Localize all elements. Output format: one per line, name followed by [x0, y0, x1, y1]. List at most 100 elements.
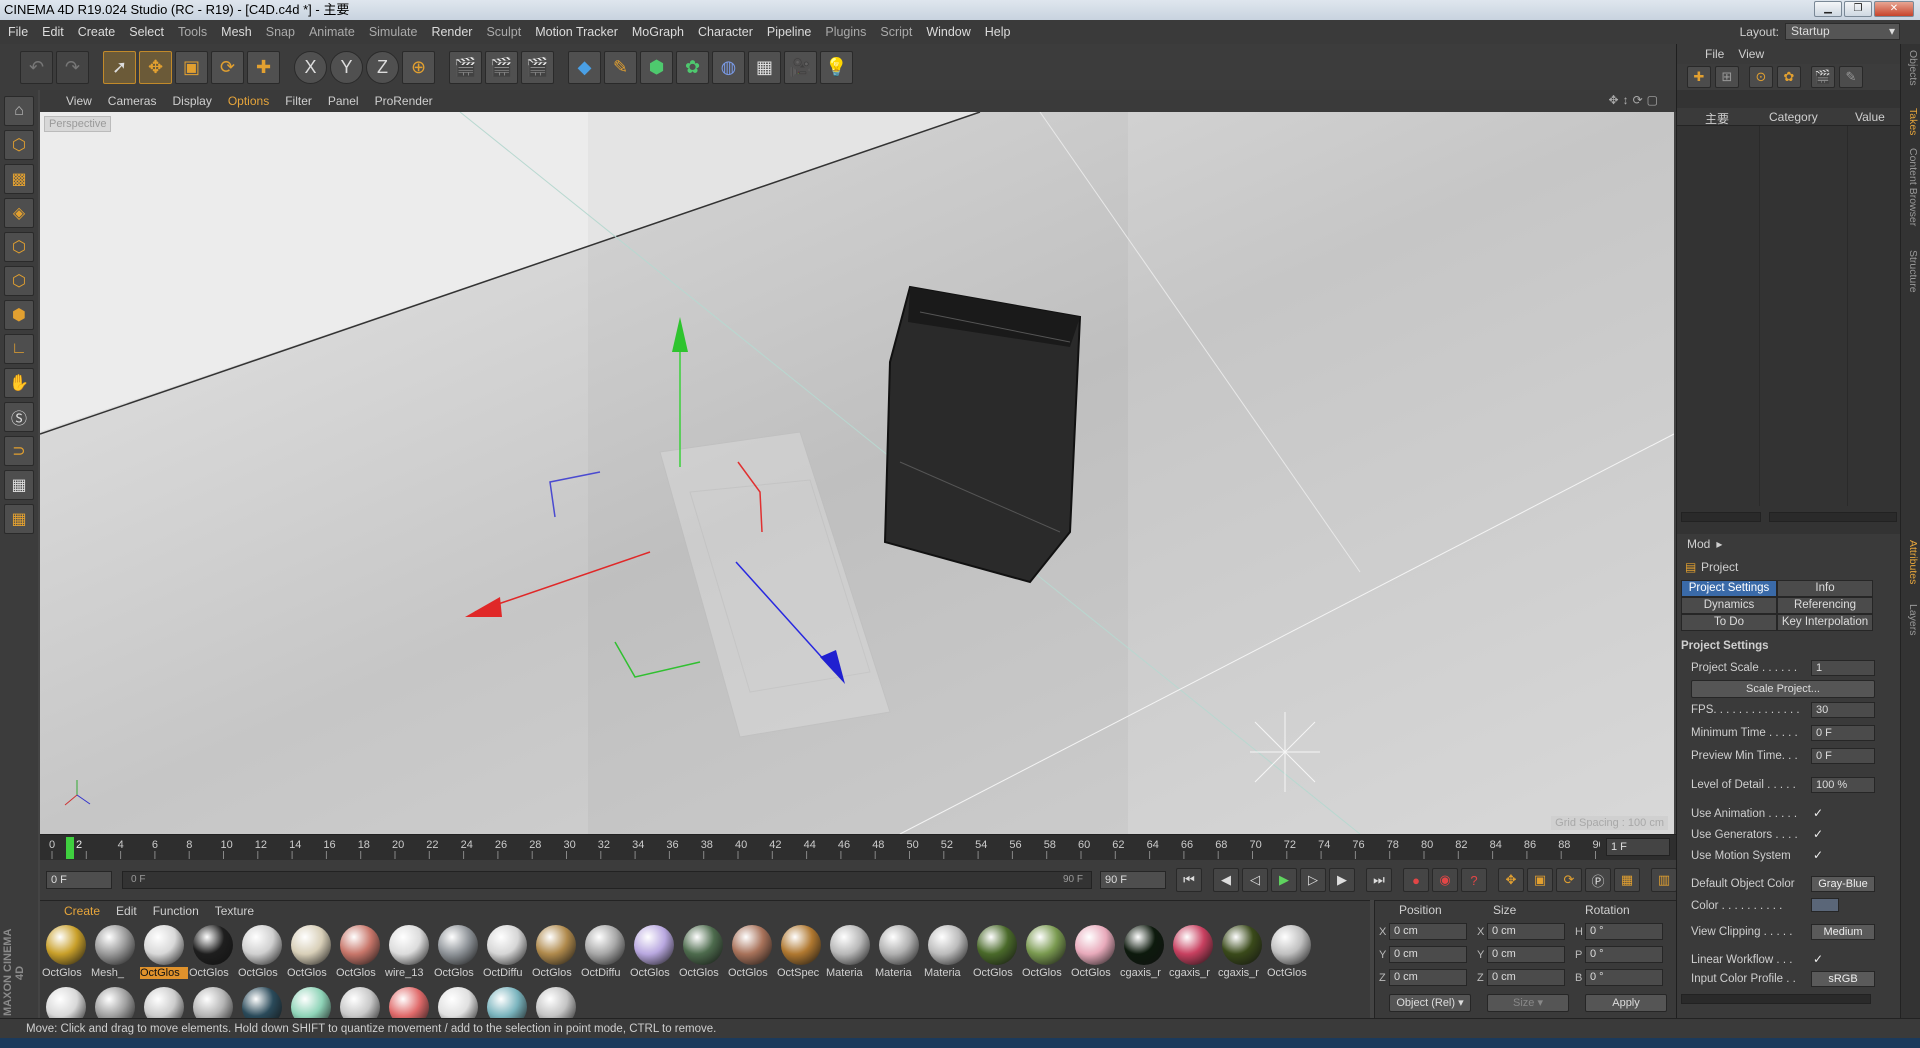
key-scale-icon[interactable]: ▣ [1527, 868, 1553, 892]
tab-dynamics[interactable]: Dynamics [1681, 597, 1777, 614]
material-swatch[interactable]: Mesh_ [91, 923, 139, 983]
vp-menu-filter[interactable]: Filter [285, 94, 312, 108]
color-swatch[interactable] [1811, 898, 1839, 912]
material-swatch[interactable]: cgaxis_r [1218, 923, 1266, 983]
start-frame-field[interactable]: 0 F [46, 871, 112, 889]
linear-workflow-checkbox[interactable]: ✓ [1813, 952, 1823, 966]
side-tab-content-browser[interactable]: Content Browser [1903, 148, 1919, 226]
new-take-icon[interactable]: ✚ [1687, 66, 1711, 88]
move-tool-icon[interactable]: ✥ [139, 50, 172, 84]
menu-simulate[interactable]: Simulate [369, 25, 418, 39]
go-to-end-icon[interactable]: ⏭ [1366, 868, 1392, 892]
menu-help[interactable]: Help [985, 25, 1011, 39]
menu-file[interactable]: File [8, 25, 28, 39]
menu-tools[interactable]: Tools [178, 25, 207, 39]
coord-mode-dropdown[interactable]: Object (Rel) ▾ [1389, 994, 1471, 1012]
maximize-button[interactable]: ❐ [1844, 1, 1872, 17]
vp-menu-cameras[interactable]: Cameras [108, 94, 157, 108]
material-swatch[interactable]: OctGlos [42, 923, 90, 983]
menu-motion-tracker[interactable]: Motion Tracker [535, 25, 618, 39]
prev-frame-icon[interactable]: ◁ [1242, 868, 1268, 892]
next-key-icon[interactable]: ▶ [1329, 868, 1355, 892]
tweak-mode-icon[interactable]: ✋ [4, 368, 34, 398]
material-swatch[interactable]: OctGlos [189, 923, 237, 983]
menu-snap[interactable]: Snap [266, 25, 295, 39]
deformer-icon[interactable]: ◍ [712, 50, 745, 84]
preview-range-slider[interactable]: 0 F 90 F [122, 871, 1092, 889]
menu-pipeline[interactable]: Pipeline [767, 25, 811, 39]
render-picture-viewer-icon[interactable]: 🎬 [485, 50, 518, 84]
material-swatch[interactable]: OctGlos [140, 923, 188, 983]
keyframe-selection-icon[interactable]: ? [1461, 868, 1487, 892]
add-take-icon[interactable]: ⊞ [1715, 66, 1739, 88]
material-swatch[interactable]: OctGlos [630, 923, 678, 983]
render-view-icon[interactable]: 🎬 [449, 50, 482, 84]
material-swatch[interactable]: OctDiffu [581, 923, 629, 983]
vp-menu-panel[interactable]: Panel [328, 94, 359, 108]
z-axis-lock-icon[interactable]: Z [366, 50, 399, 84]
mat-menu-function[interactable]: Function [153, 904, 199, 918]
menu-create[interactable]: Create [78, 25, 116, 39]
layout-dropdown[interactable]: Startup ▾ [1785, 23, 1900, 40]
material-swatch[interactable]: OctGlos [287, 923, 335, 983]
menu-script[interactable]: Script [880, 25, 912, 39]
menu-mograph[interactable]: MoGraph [632, 25, 684, 39]
menu-character[interactable]: Character [698, 25, 753, 39]
live-selection-icon[interactable]: ➚ [103, 50, 136, 84]
side-tab-takes[interactable]: Takes [1903, 108, 1919, 135]
horizontal-scrollbar[interactable] [1681, 994, 1871, 1004]
take-camera-icon[interactable]: 🎬 [1811, 66, 1835, 88]
key-position-icon[interactable]: ✥ [1498, 868, 1524, 892]
texture-mode-icon[interactable]: ▩ [4, 164, 34, 194]
material-swatch[interactable]: Materia [924, 923, 972, 983]
snap-icon[interactable]: Ⓢ [4, 402, 34, 432]
camera-icon[interactable]: 🎥 [784, 50, 817, 84]
size-x-field[interactable]: 0 cm [1487, 923, 1565, 940]
material-swatch[interactable]: wire_13 [385, 923, 433, 983]
fps-field[interactable]: 30 [1811, 702, 1875, 718]
side-tab-structure[interactable]: Structure [1903, 250, 1919, 293]
current-frame-field[interactable]: 1 F [1606, 838, 1670, 856]
position-y-field[interactable]: 0 cm [1389, 946, 1467, 963]
material-swatch[interactable]: OctGlos [434, 923, 482, 983]
material-swatch[interactable]: OctGlos [1022, 923, 1070, 983]
preview-min-time-field[interactable]: 0 F [1811, 748, 1875, 764]
side-tab-objects[interactable]: Objects [1903, 50, 1919, 86]
project-scale-field[interactable]: 1 [1811, 660, 1875, 676]
go-to-start-icon[interactable]: ⏮ [1176, 868, 1202, 892]
key-rotation-icon[interactable]: ⟳ [1556, 868, 1582, 892]
mat-menu-create[interactable]: Create [64, 904, 100, 918]
viewport-nav-icons[interactable]: ✥↕⟳▢ [1609, 93, 1662, 107]
close-button[interactable]: ✕ [1874, 1, 1914, 17]
position-z-field[interactable]: 0 cm [1389, 969, 1467, 986]
material-swatch[interactable]: OctGlos [1071, 923, 1119, 983]
points-mode-icon[interactable]: ⬡ [4, 232, 34, 262]
default-object-color-dropdown[interactable]: Gray-Blue [1811, 876, 1875, 892]
edges-mode-icon[interactable]: ⬡ [4, 266, 34, 296]
model-mode-icon[interactable]: ⬡ [4, 130, 34, 160]
takes-list[interactable] [1677, 126, 1901, 510]
workplane-lock-icon[interactable]: ▦ [4, 470, 34, 500]
side-tab-attributes[interactable]: Attributes [1903, 540, 1919, 584]
undo-icon[interactable]: ↶ [20, 50, 53, 84]
attr-menu-mode[interactable]: Mod [1687, 537, 1710, 551]
vp-menu-display[interactable]: Display [172, 94, 211, 108]
menu-plugins[interactable]: Plugins [825, 25, 866, 39]
rotate-tool-icon[interactable]: ⟳ [211, 50, 244, 84]
menu-select[interactable]: Select [129, 25, 164, 39]
scale-project-button[interactable]: Scale Project... [1691, 680, 1875, 698]
material-swatch[interactable]: cgaxis_r [1169, 923, 1217, 983]
next-frame-icon[interactable]: ▷ [1300, 868, 1326, 892]
material-swatch[interactable]: OctGlos [532, 923, 580, 983]
material-swatch[interactable]: OctDiffu [483, 923, 531, 983]
light-icon[interactable]: 💡 [820, 50, 853, 84]
magnet-icon[interactable]: ⊃ [4, 436, 34, 466]
vp-menu-prorender[interactable]: ProRender [375, 94, 433, 108]
tab-key-interpolation[interactable]: Key Interpolation [1777, 614, 1873, 631]
horizontal-scrollbar[interactable] [1681, 512, 1761, 522]
make-editable-icon[interactable]: ⌂ [4, 96, 34, 126]
vp-menu-options[interactable]: Options [228, 94, 269, 108]
use-animation-checkbox[interactable]: ✓ [1813, 806, 1823, 820]
scale-tool-icon[interactable]: ▣ [175, 50, 208, 84]
menu-animate[interactable]: Animate [309, 25, 355, 39]
